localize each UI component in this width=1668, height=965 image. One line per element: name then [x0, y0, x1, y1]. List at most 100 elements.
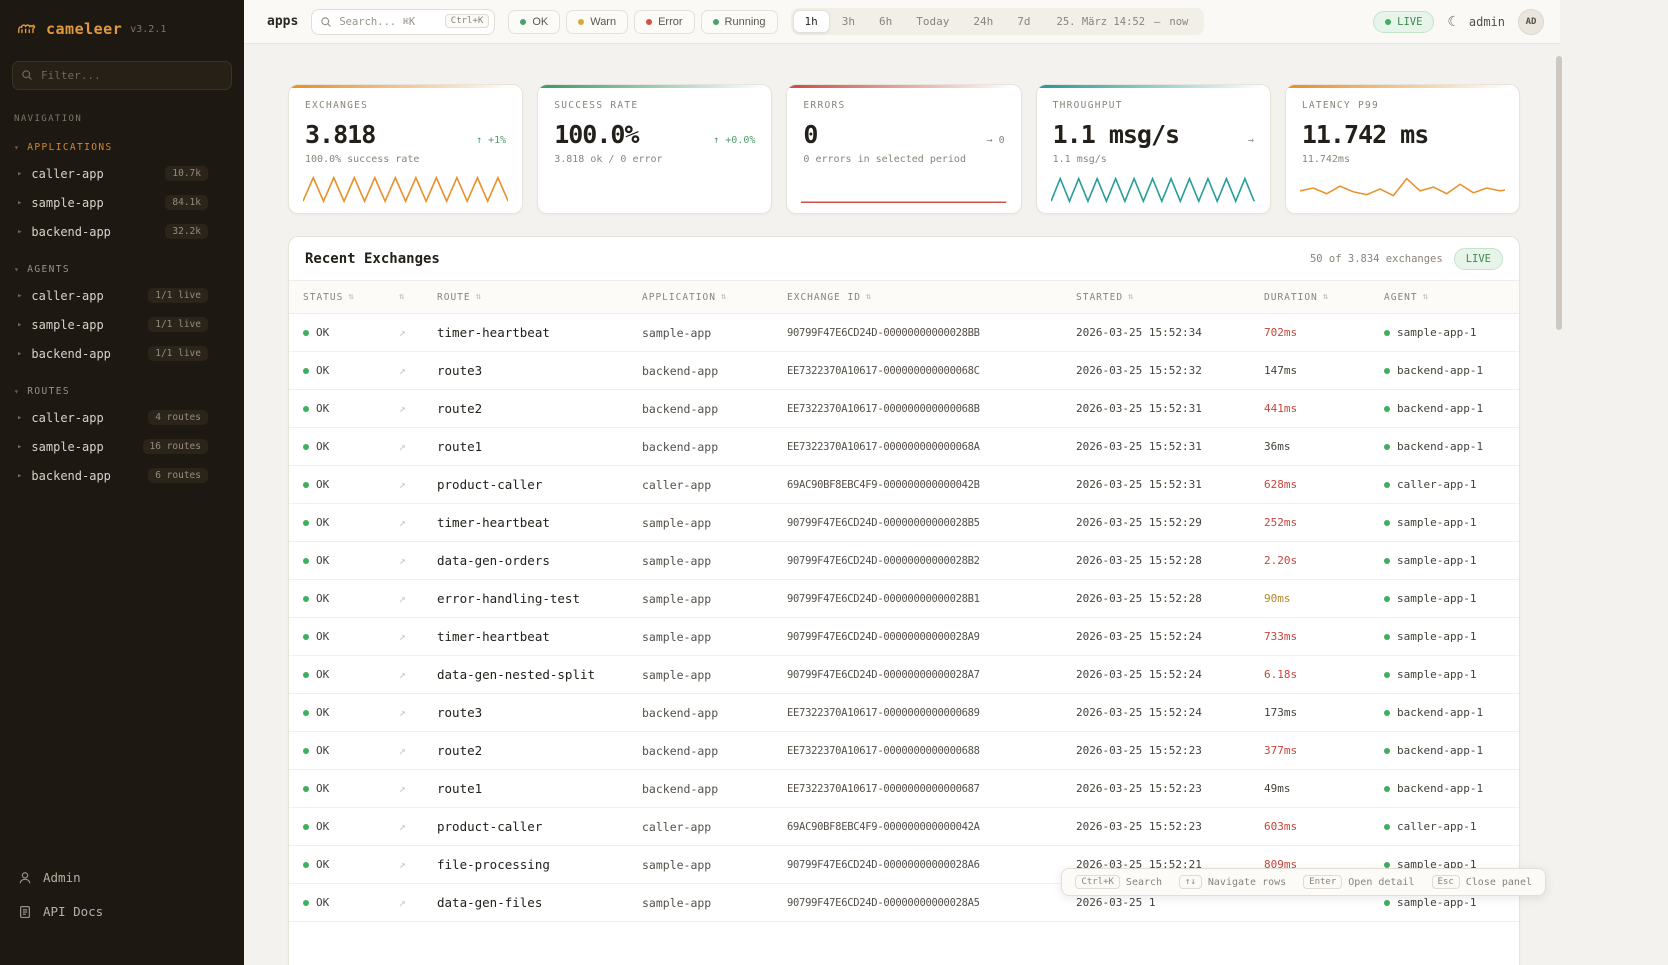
open-exchange-icon[interactable]: ↗: [399, 744, 437, 757]
column-header-duration[interactable]: DURATION ⇅: [1264, 292, 1384, 303]
open-exchange-icon[interactable]: ↗: [399, 592, 437, 605]
section-agents[interactable]: ▾ AGENTS: [0, 246, 244, 281]
open-exchange-icon[interactable]: ↗: [399, 364, 437, 377]
filter-chip-warn[interactable]: Warn: [566, 10, 628, 34]
table-row[interactable]: OK ↗ product-caller caller-app 69AC90BF8…: [289, 466, 1519, 504]
open-exchange-icon[interactable]: ↗: [399, 440, 437, 453]
theme-toggle-icon[interactable]: ☾: [1447, 14, 1455, 30]
app-title: cameleer: [46, 20, 122, 38]
keyboard-hints-bar: Ctrl+K Search ↑↓ Navigate rows Enter Ope…: [1061, 868, 1546, 896]
section-applications[interactable]: ▾ APPLICATIONS: [0, 124, 244, 159]
stat-card-exchanges: EXCHANGES 3.818 ↑ +1% 100.0% success rat…: [288, 84, 523, 214]
column-header-started[interactable]: STARTED ⇅: [1076, 292, 1264, 303]
started-timestamp: 2026-03-25 15:52:32: [1076, 364, 1264, 377]
sort-icon[interactable]: ⇅: [1128, 292, 1134, 302]
sidebar-item-application-backend-app[interactable]: ▸ backend-app 32.2k: [0, 217, 244, 246]
table-row[interactable]: OK ↗ error-handling-test sample-app 9079…: [289, 580, 1519, 618]
table-row[interactable]: OK ↗ data-gen-nested-split sample-app 90…: [289, 656, 1519, 694]
sort-icon[interactable]: ⇅: [1323, 292, 1329, 302]
filter-chip-running[interactable]: Running: [701, 10, 778, 34]
open-exchange-icon[interactable]: ↗: [399, 858, 437, 871]
sort-icon[interactable]: ⇅: [476, 292, 482, 302]
sort-icon[interactable]: ⇅: [1423, 292, 1429, 302]
sort-icon[interactable]: ⇅: [866, 292, 872, 302]
column-header-route[interactable]: ROUTE ⇅: [437, 292, 642, 303]
search-icon: [21, 69, 33, 81]
sort-icon[interactable]: ⇅: [399, 292, 405, 302]
open-exchange-icon[interactable]: ↗: [399, 478, 437, 491]
table-row[interactable]: OK ↗ route3 backend-app EE7322370A10617-…: [289, 694, 1519, 732]
table-row[interactable]: OK ↗ route2 backend-app EE7322370A10617-…: [289, 390, 1519, 428]
sidebar-item-agent-backend-app[interactable]: ▸ backend-app 1/1 live: [0, 339, 244, 368]
duration-value: 90ms: [1264, 592, 1384, 605]
stat-trend: →: [1248, 135, 1254, 146]
column-header-application[interactable]: APPLICATION ⇅: [642, 292, 787, 303]
table-row[interactable]: OK ↗ route1 backend-app EE7322370A10617-…: [289, 428, 1519, 466]
live-toggle[interactable]: LIVE: [1373, 11, 1434, 33]
open-exchange-icon[interactable]: ↗: [399, 516, 437, 529]
range-button-24h[interactable]: 24h: [961, 10, 1005, 33]
table-row[interactable]: OK ↗ data-gen-orders sample-app 90799F47…: [289, 542, 1519, 580]
open-exchange-icon[interactable]: ↗: [399, 554, 437, 567]
table-row[interactable]: OK ↗ timer-heartbeat sample-app 90799F47…: [289, 504, 1519, 542]
sidebar-item-admin[interactable]: Admin: [18, 870, 226, 885]
logo[interactable]: cameleer v3.2.1: [0, 0, 244, 51]
table-row[interactable]: OK ↗ timer-heartbeat sample-app 90799F47…: [289, 314, 1519, 352]
open-exchange-icon[interactable]: ↗: [399, 782, 437, 795]
table-row[interactable]: OK ↗ product-caller caller-app 69AC90BF8…: [289, 808, 1519, 846]
open-exchange-icon[interactable]: ↗: [399, 820, 437, 833]
duration-value: 441ms: [1264, 402, 1384, 415]
open-exchange-icon[interactable]: ↗: [399, 402, 437, 415]
sidebar-footer: Admin API Docs: [0, 870, 244, 965]
exchange-count: 50 of 3.834 exchanges: [1310, 253, 1443, 265]
sidebar-item-routes-sample-app[interactable]: ▸ sample-app 16 routes: [0, 432, 244, 461]
vertical-scrollbar[interactable]: [1556, 56, 1562, 330]
agent-cell: backend-app-1: [1384, 744, 1519, 757]
status-label: OK: [316, 478, 329, 491]
status-label: OK: [316, 630, 329, 643]
column-header-exchange-id[interactable]: EXCHANGE ID ⇅: [787, 292, 1076, 303]
filter-chip-ok[interactable]: OK: [508, 10, 560, 34]
card-accent-bar: [289, 85, 522, 88]
sidebar-item-agent-sample-app[interactable]: ▸ sample-app 1/1 live: [0, 310, 244, 339]
item-label: caller-app: [31, 411, 103, 425]
panel-live-toggle[interactable]: LIVE: [1454, 248, 1503, 270]
range-button-today[interactable]: Today: [904, 10, 961, 33]
table-row[interactable]: OK ↗ route1 backend-app EE7322370A10617-…: [289, 770, 1519, 808]
sidebar-item-agent-caller-app[interactable]: ▸ caller-app 1/1 live: [0, 281, 244, 310]
sidebar-item-application-sample-app[interactable]: ▸ sample-app 84.1k: [0, 188, 244, 217]
filter-chip-error[interactable]: Error: [634, 10, 694, 34]
open-exchange-icon[interactable]: ↗: [399, 326, 437, 339]
exchange-id: 90799F47E6CD24D-00000000000028A6: [787, 859, 1076, 871]
sort-icon[interactable]: ⇅: [721, 292, 727, 302]
range-button-6h[interactable]: 6h: [867, 10, 904, 33]
column-header-detail[interactable]: ⇅: [399, 292, 437, 302]
range-button-3h[interactable]: 3h: [830, 10, 867, 33]
agent-name: sample-app-1: [1397, 554, 1476, 567]
item-label: sample-app: [31, 318, 103, 332]
sidebar-item-routes-caller-app[interactable]: ▸ caller-app 4 routes: [0, 403, 244, 432]
section-routes[interactable]: ▾ ROUTES: [0, 368, 244, 403]
filter-input[interactable]: [12, 61, 232, 90]
table-row[interactable]: OK ↗ timer-heartbeat sample-app 90799F47…: [289, 618, 1519, 656]
avatar[interactable]: AD: [1518, 9, 1544, 35]
sidebar-item-api-docs[interactable]: API Docs: [18, 904, 226, 919]
open-exchange-icon[interactable]: ↗: [399, 630, 437, 643]
column-header-status[interactable]: STATUS ⇅: [303, 292, 399, 303]
search-icon: [320, 16, 332, 28]
open-exchange-icon[interactable]: ↗: [399, 896, 437, 909]
sidebar-item-application-caller-app[interactable]: ▸ caller-app 10.7k: [0, 159, 244, 188]
sidebar-item-routes-backend-app[interactable]: ▸ backend-app 6 routes: [0, 461, 244, 490]
range-button-1h[interactable]: 1h: [793, 10, 830, 33]
context-tab-apps[interactable]: apps: [267, 14, 298, 29]
open-exchange-icon[interactable]: ↗: [399, 706, 437, 719]
column-header-agent[interactable]: AGENT ⇅: [1384, 292, 1519, 303]
chip-label: Running: [725, 16, 766, 28]
open-exchange-icon[interactable]: ↗: [399, 668, 437, 681]
range-button-7d[interactable]: 7d: [1005, 10, 1042, 33]
table-row[interactable]: OK ↗ route2 backend-app EE7322370A10617-…: [289, 732, 1519, 770]
table-row[interactable]: OK ↗ route3 backend-app EE7322370A10617-…: [289, 352, 1519, 390]
application-name: sample-app: [642, 326, 787, 340]
status-label: OK: [316, 592, 329, 605]
sort-icon[interactable]: ⇅: [348, 292, 354, 302]
